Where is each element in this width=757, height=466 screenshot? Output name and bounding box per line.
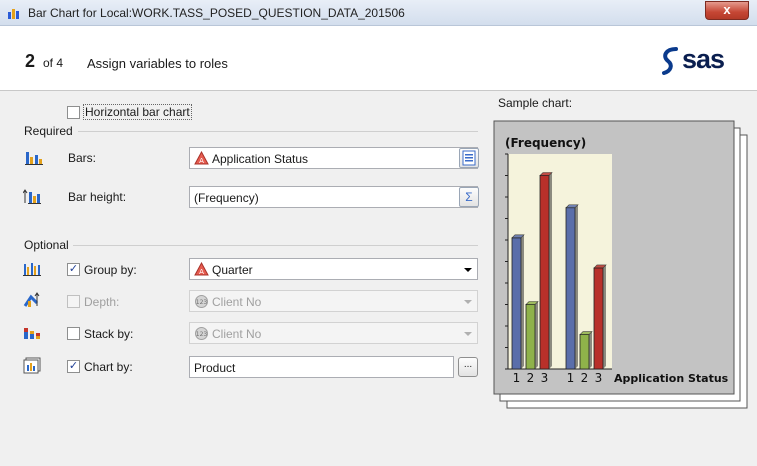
- stack-by-select: 123 Client No: [189, 322, 478, 344]
- chevron-down-icon: [464, 268, 472, 272]
- bar-height-select[interactable]: (Frequency): [189, 186, 478, 208]
- chart-bar: [539, 172, 553, 370]
- bar-height-role-label: Bar height:: [68, 190, 127, 204]
- chart-bar: [565, 204, 579, 370]
- chart-x-tick-label: 2: [581, 371, 589, 385]
- numeric-variable-icon: 123: [195, 327, 208, 340]
- depth-select-value: Client No: [212, 295, 262, 309]
- numeric-variable-icon: 123: [195, 295, 208, 308]
- chart-bar: [511, 234, 525, 370]
- required-section-label: Required: [24, 124, 73, 138]
- sas-logo-text: sas: [682, 44, 725, 74]
- stack-by-role-label[interactable]: Stack by:: [84, 327, 133, 341]
- sigma-icon: Σ: [465, 190, 473, 204]
- chart-by-field[interactable]: Product: [189, 356, 454, 378]
- bars-role-label: Bars:: [68, 151, 97, 165]
- svg-text:A: A: [199, 157, 204, 165]
- chart-bar: [525, 301, 539, 370]
- bar-chart-app-icon: [8, 9, 19, 19]
- wizard-header: 2 of 4 Assign variables to roles sas: [0, 26, 757, 91]
- optional-section-label: Optional: [24, 238, 69, 252]
- character-variable-icon: A: [194, 151, 209, 165]
- group-by-role-icon: [23, 263, 41, 276]
- chart-by-role-label[interactable]: Chart by:: [84, 360, 133, 374]
- horizontal-bar-label[interactable]: Horizontal bar chart: [83, 104, 192, 120]
- depth-checkbox[interactable]: [67, 295, 80, 308]
- chart-x-tick-label: 1: [567, 371, 575, 385]
- group-by-select-value: Quarter: [212, 263, 253, 277]
- step-of: of 4: [43, 56, 64, 70]
- sample-chart-svg: (Frequency) Application Status 123123: [493, 120, 748, 409]
- depth-role-label: Depth:: [84, 295, 120, 309]
- horizontal-bar-checkbox[interactable]: [67, 106, 80, 119]
- step-number: 2: [25, 51, 36, 71]
- chart-bar: [593, 264, 607, 370]
- sas-swirl-icon: [662, 47, 678, 75]
- group-by-select[interactable]: A Quarter: [189, 258, 478, 280]
- required-divider: [78, 131, 478, 132]
- window-titlebar: Bar Chart for Local:WORK.TASS_POSED_QUES…: [0, 0, 757, 26]
- step-title: Assign variables to roles: [87, 56, 228, 71]
- chart-x-tick-label: 3: [541, 371, 549, 385]
- chart-by-field-value: Product: [194, 361, 236, 375]
- window-title: Bar Chart for Local:WORK.TASS_POSED_QUES…: [28, 6, 405, 20]
- bars-properties-button[interactable]: [459, 148, 479, 168]
- chart-x-tick-label: 2: [527, 371, 535, 385]
- bar-height-select-value: (Frequency): [194, 191, 259, 205]
- stack-by-checkbox[interactable]: [67, 327, 80, 340]
- svg-text:123: 123: [196, 331, 208, 338]
- depth-role-icon: [23, 292, 40, 307]
- bar-chart-role-icon: [25, 152, 43, 165]
- chart-title: (Frequency): [505, 136, 586, 150]
- bars-select-value: Application Status: [212, 152, 309, 166]
- sum-statistic-button[interactable]: Σ: [459, 187, 479, 207]
- chart-x-axis-label: Application Status: [614, 372, 729, 385]
- chart-bar: [579, 331, 593, 370]
- chart-by-checkbox[interactable]: ✓: [67, 360, 80, 373]
- properties-list-icon: [462, 150, 476, 166]
- depth-select: 123 Client No: [189, 290, 478, 312]
- group-by-role-label[interactable]: Group by:: [84, 263, 137, 277]
- stack-by-role-icon: [24, 328, 40, 339]
- character-variable-icon: A: [194, 262, 209, 276]
- sample-chart: (Frequency) Application Status 123123: [493, 117, 755, 417]
- close-button[interactable]: x: [705, 1, 749, 20]
- chart-x-tick-label: 3: [595, 371, 603, 385]
- chart-by-role-icon: [23, 357, 41, 374]
- group-by-checkbox[interactable]: ✓: [67, 263, 80, 276]
- svg-text:A: A: [199, 268, 204, 276]
- chevron-down-icon: [464, 300, 472, 304]
- sample-chart-label: Sample chart:: [498, 96, 573, 110]
- bars-select[interactable]: A Application Status: [189, 147, 478, 169]
- optional-divider: [73, 245, 478, 246]
- bar-height-role-icon: [23, 189, 41, 204]
- stack-by-select-value: Client No: [212, 327, 262, 341]
- chart-by-browse-button[interactable]: ...: [458, 357, 478, 377]
- chevron-down-icon: [464, 332, 472, 336]
- svg-text:123: 123: [196, 299, 208, 306]
- chart-x-tick-label: 1: [513, 371, 521, 385]
